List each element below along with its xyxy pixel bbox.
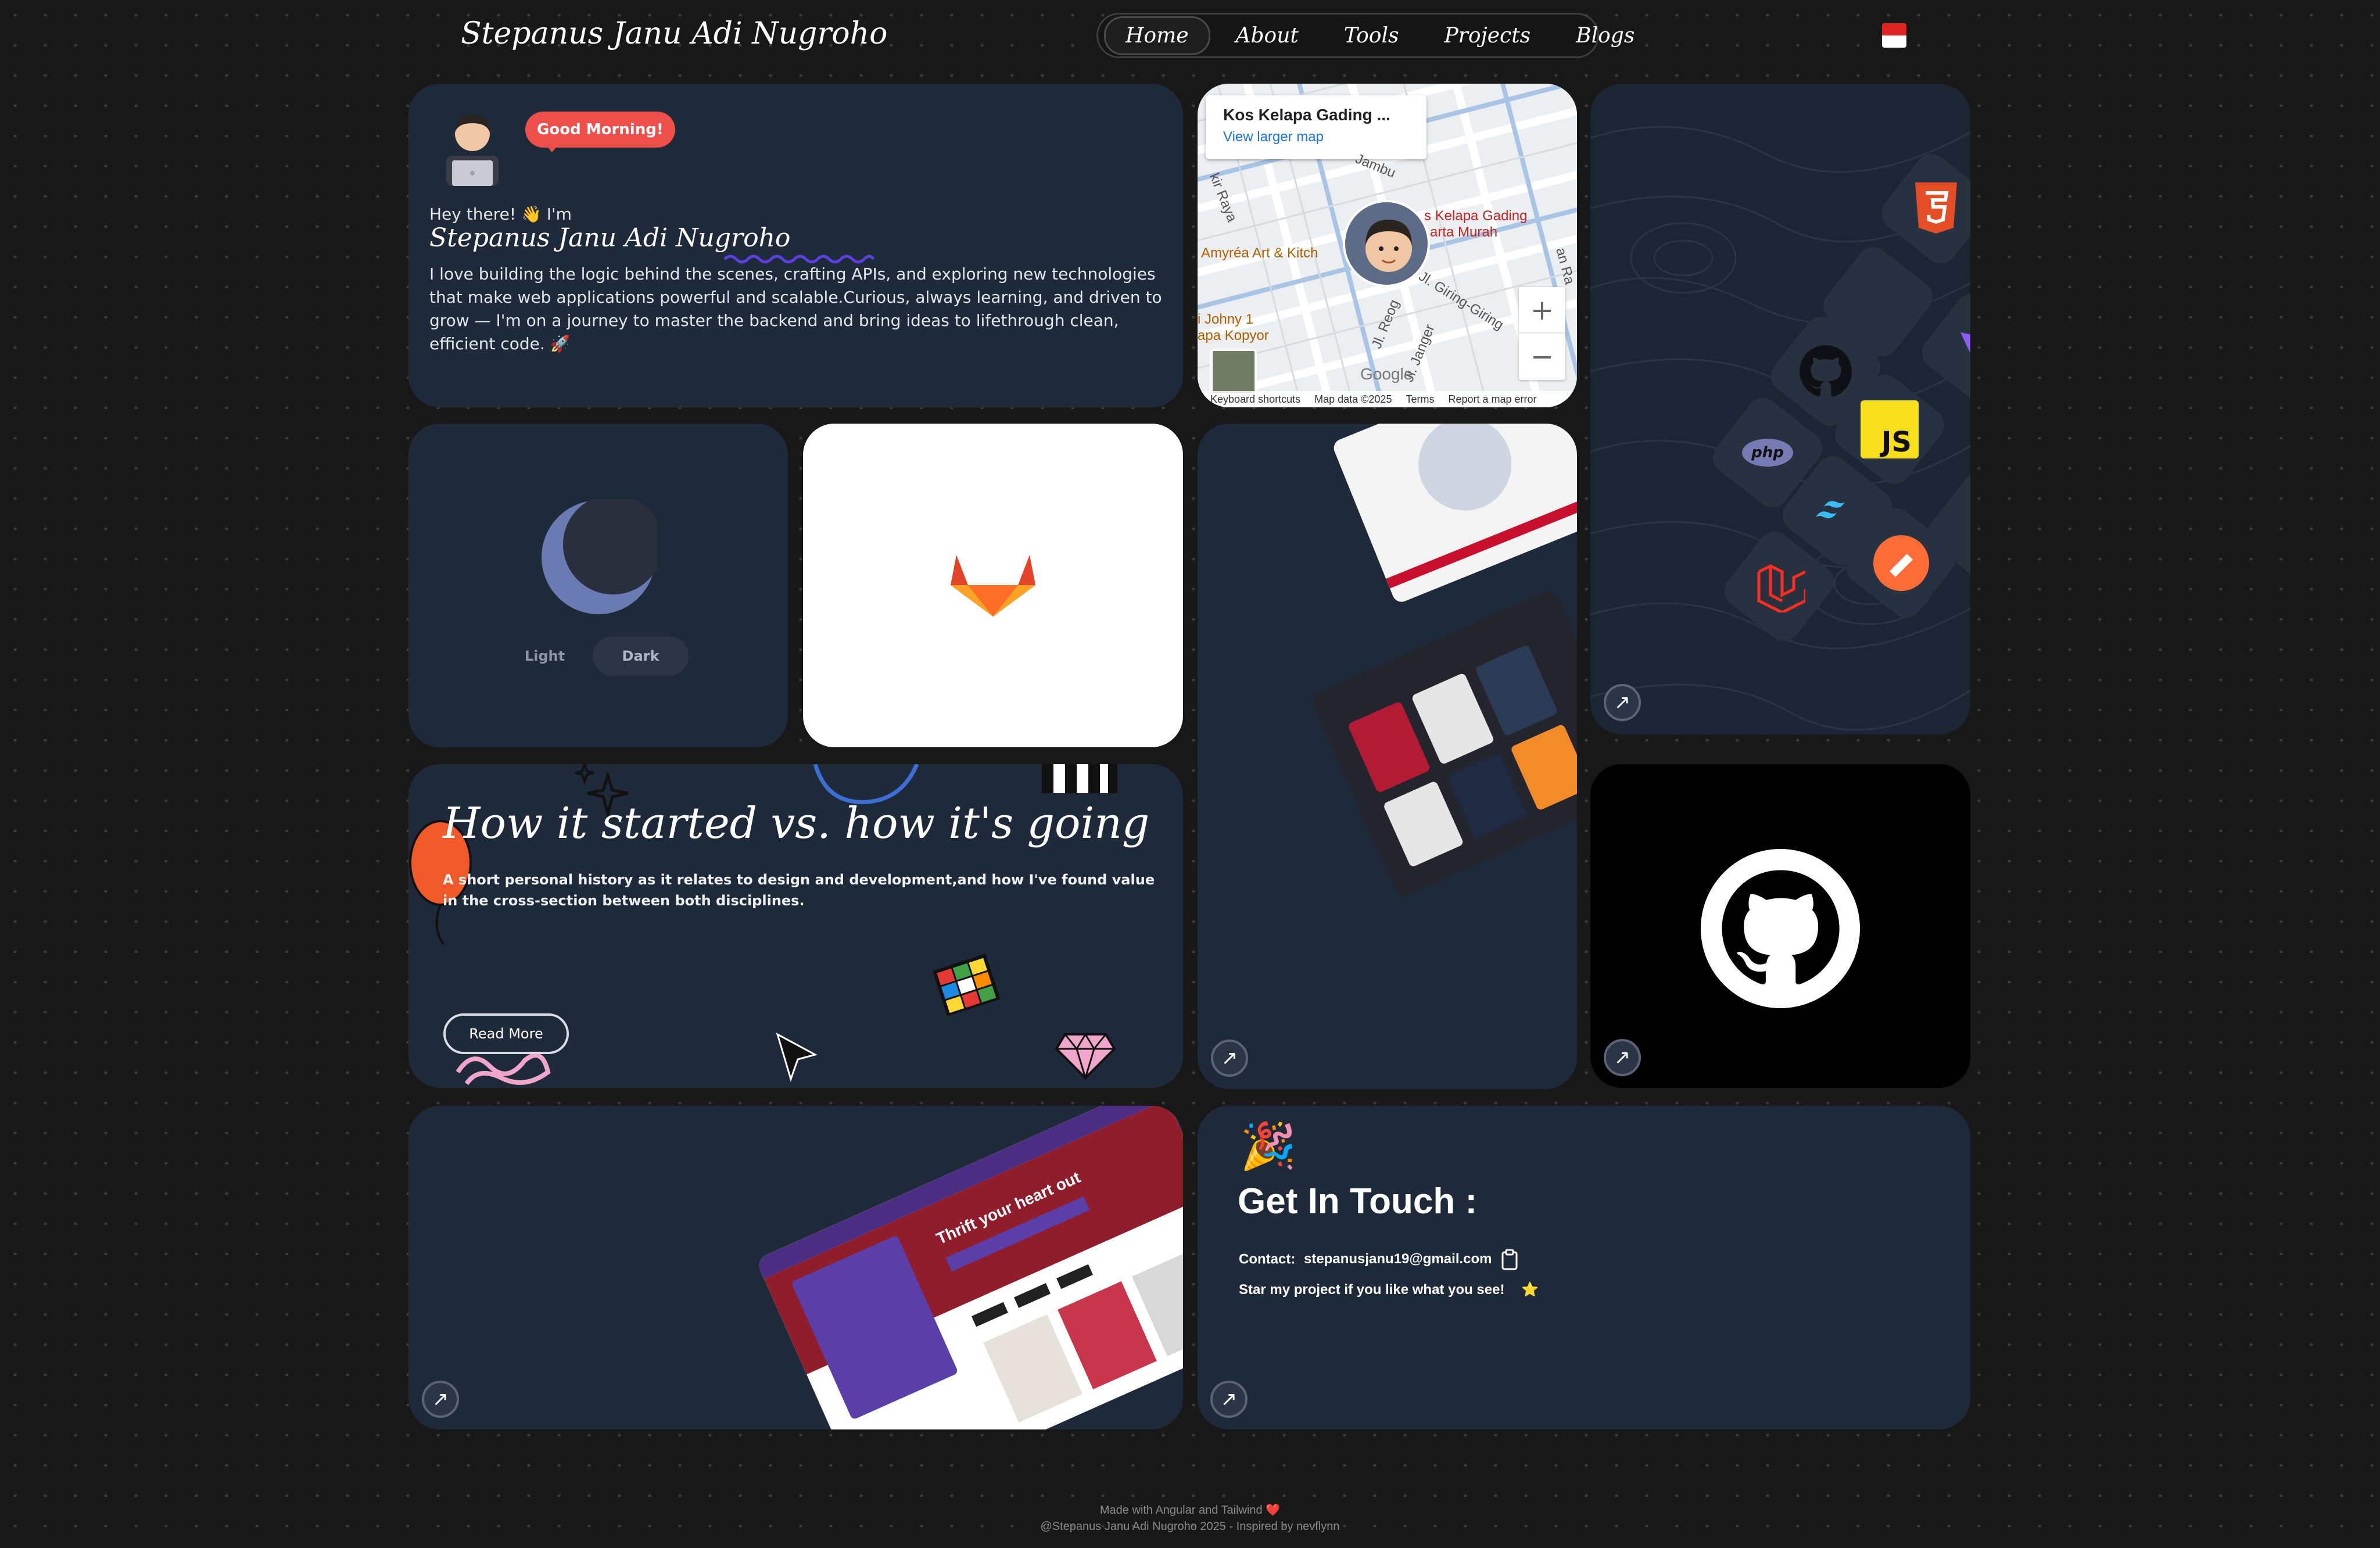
- keyboard-shortcuts-link[interactable]: Keyboard shortcuts: [1210, 393, 1300, 406]
- language-flag-icon[interactable]: [1882, 23, 1906, 48]
- contact-line: Contact: stepanusjanu19@gmail.com: [1239, 1249, 1518, 1270]
- map-card[interactable]: Kos Kelapa Gading ... View larger map ki…: [1198, 84, 1577, 407]
- rubiks-cube-icon: [932, 954, 1001, 1016]
- view-larger-map-link[interactable]: View larger map: [1223, 129, 1409, 145]
- map-info-box: Kos Kelapa Gading ... View larger map: [1206, 95, 1426, 159]
- diamond-icon: [1055, 1033, 1116, 1081]
- map-satellite-thumb[interactable]: [1210, 349, 1257, 395]
- map-zoom-controls: + −: [1519, 287, 1565, 380]
- theme-card: Light Dark: [408, 424, 788, 747]
- contact-open-arrow-icon[interactable]: ↗: [1210, 1381, 1248, 1418]
- intro-greeting: Hey there! 👋 I'm: [429, 205, 572, 224]
- clipboard-icon[interactable]: [1501, 1249, 1518, 1270]
- gitlab-card[interactable]: [803, 424, 1183, 747]
- thrift-project-card[interactable]: Thrift your heart out ↗: [408, 1106, 1183, 1429]
- read-more-button[interactable]: Read More: [443, 1013, 569, 1054]
- google-logo: Google: [1360, 365, 1413, 383]
- svg-text:JS: JS: [1880, 426, 1912, 458]
- map-label: i Johny 1: [1198, 311, 1254, 327]
- how-title: How it started vs. how it's going: [443, 798, 1150, 848]
- how-description: A short personal history as it relates t…: [443, 872, 1155, 909]
- nav-tools[interactable]: Tools: [1324, 18, 1419, 53]
- zoom-in-button[interactable]: +: [1519, 287, 1565, 334]
- cursor-icon: [776, 1032, 818, 1082]
- theme-dark-option[interactable]: Dark: [593, 636, 689, 676]
- projects-card[interactable]: ↗: [1198, 424, 1577, 1089]
- footer-line-1: Made with Angular and Tailwind ❤️: [1099, 1504, 1281, 1517]
- zoom-out-button[interactable]: −: [1519, 334, 1565, 380]
- main-nav: Home About Tools Projects Blogs: [1096, 13, 1635, 58]
- nav-home[interactable]: Home: [1104, 16, 1210, 55]
- github-icon: [1701, 849, 1860, 1008]
- intro-bio: I love building the logic behind the sce…: [429, 264, 1162, 353]
- star-icon[interactable]: ⭐: [1521, 1282, 1539, 1298]
- site-logo-name[interactable]: Stepanus Janu Adi Nugroho: [461, 16, 887, 51]
- github-card[interactable]: ↗: [1590, 764, 1970, 1088]
- theme-light-option[interactable]: Light: [497, 636, 593, 676]
- projects-open-arrow-icon[interactable]: ↗: [1211, 1040, 1248, 1077]
- contact-label: Contact:: [1239, 1251, 1296, 1267]
- moon-icon: [542, 499, 657, 614]
- stripes-decoration: [1042, 764, 1117, 793]
- greeting-badge: Good Morning!: [525, 112, 675, 152]
- report-error-link[interactable]: Report a map error: [1448, 393, 1536, 406]
- gitlab-icon: [951, 555, 1035, 617]
- tools-open-arrow-icon[interactable]: ↗: [1604, 684, 1641, 721]
- map-label: s Kelapa Gading: [1424, 208, 1528, 224]
- project-screenshot: Thrift your heart out: [755, 1106, 1183, 1429]
- footer-line-2: @Stepanus Janu Adi Nugroho 2025 - Inspir…: [1040, 1520, 1340, 1533]
- map-data-text: Map data ©2025: [1314, 393, 1392, 405]
- map-pin-avatar[interactable]: [1343, 200, 1430, 287]
- project-screenshot: [1309, 587, 1577, 899]
- map-footer: Keyboard shortcuts Map data ©2025 Terms …: [1198, 391, 1577, 407]
- tools-card[interactable]: php JS ↗: [1590, 84, 1970, 734]
- map-place-name: Kos Kelapa Gading ...: [1223, 106, 1390, 124]
- nav-blogs[interactable]: Blogs: [1556, 18, 1654, 53]
- contact-title: Get In Touch :: [1238, 1181, 1478, 1221]
- terms-link[interactable]: Terms: [1406, 393, 1434, 406]
- thrift-open-arrow-icon[interactable]: ↗: [422, 1381, 459, 1418]
- map-label: arta Murah: [1430, 224, 1498, 240]
- scribble-decoration: [456, 1053, 551, 1085]
- html5-icon: [1874, 147, 1970, 270]
- map-label: Amyréa Art & Kitch: [1201, 245, 1318, 261]
- star-line: Star my project if you like what you see…: [1239, 1281, 1539, 1298]
- project-screenshot: [1331, 424, 1577, 605]
- intro-name: Stepanus Janu Adi Nugroho: [429, 223, 791, 253]
- nav-projects[interactable]: Projects: [1424, 18, 1550, 53]
- github-open-arrow-icon[interactable]: ↗: [1604, 1039, 1641, 1076]
- svg-text:php: php: [1751, 444, 1784, 461]
- star-text: Star my project if you like what you see…: [1239, 1282, 1505, 1298]
- map-label: apa Kopyor: [1198, 328, 1269, 343]
- contact-email[interactable]: stepanusjanu19@gmail.com: [1304, 1251, 1492, 1267]
- party-popper-icon: 🎉: [1240, 1120, 1297, 1173]
- avatar: [446, 115, 499, 186]
- nav-about[interactable]: About: [1216, 18, 1318, 53]
- theme-toggle[interactable]: Light Dark: [497, 636, 689, 676]
- tools-tiles: php JS: [1590, 84, 1970, 734]
